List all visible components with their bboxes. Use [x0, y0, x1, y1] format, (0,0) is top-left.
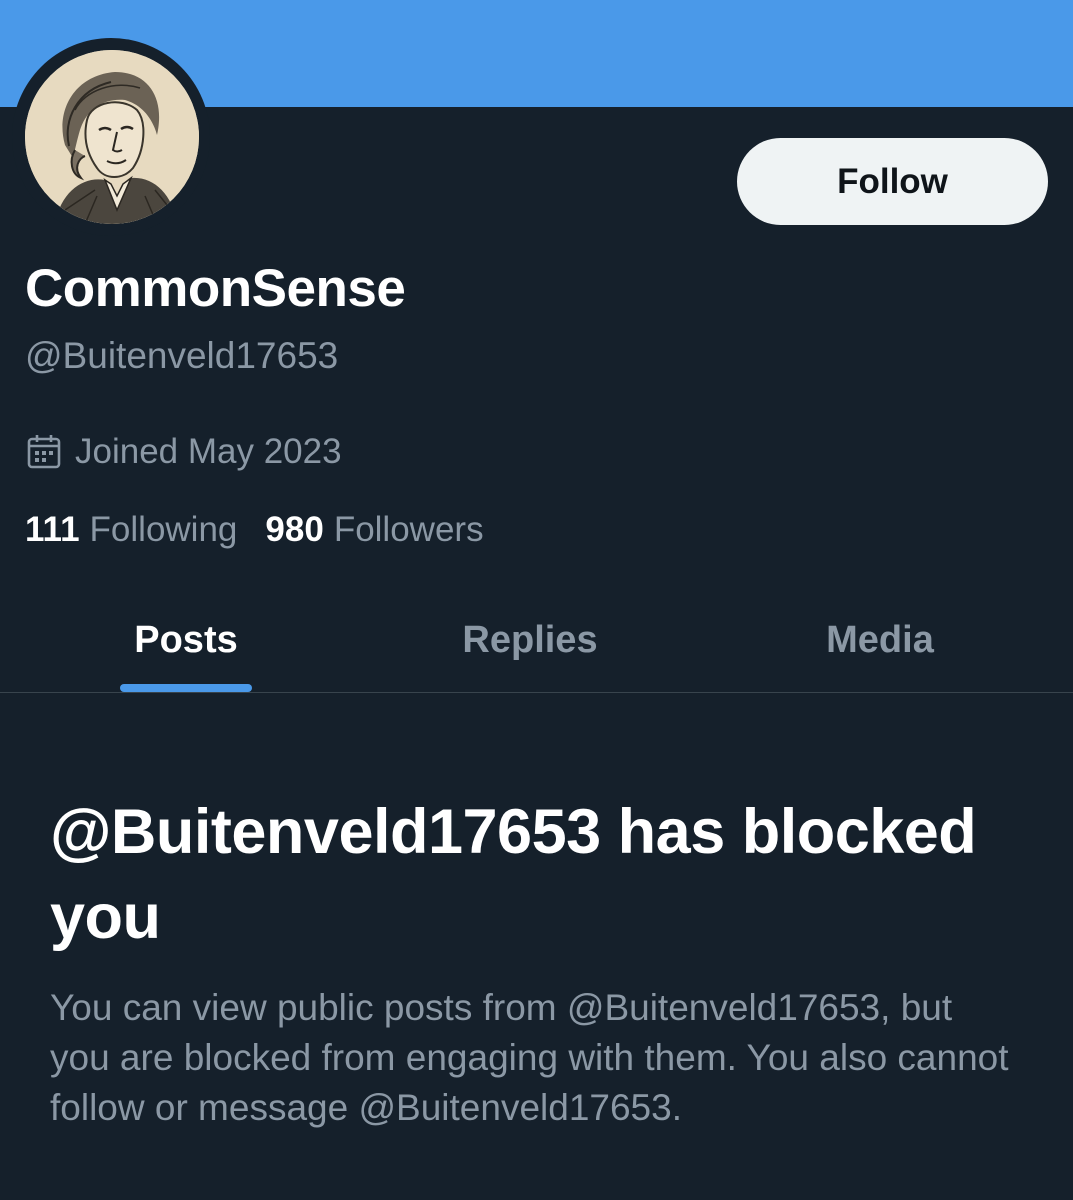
joined-label: Joined May 2023	[75, 432, 342, 471]
avatar-portrait-image	[25, 50, 199, 224]
tab-media[interactable]: Media	[780, 588, 980, 692]
following-label: Following	[89, 510, 238, 549]
display-name: CommonSense	[25, 259, 406, 318]
profile-handle: @Buitenveld17653	[25, 335, 339, 376]
avatar[interactable]	[25, 50, 199, 224]
profile-tabs: Posts Replies Media	[0, 588, 1073, 693]
tab-posts[interactable]: Posts	[86, 588, 286, 692]
tab-replies[interactable]: Replies	[420, 588, 640, 692]
tabs-divider	[0, 692, 1073, 693]
followers-count: 980	[265, 510, 324, 549]
calendar-icon	[25, 433, 63, 471]
profile-page: Follow CommonSense @Buitenveld17653 Join…	[0, 0, 1073, 1200]
blocked-message: You can view public posts from @Buitenve…	[50, 987, 1009, 1128]
following-link[interactable]: 111 Following	[25, 510, 237, 550]
followers-label: Followers	[333, 510, 484, 549]
joined-date: Joined May 2023	[25, 430, 342, 474]
following-count: 111	[25, 510, 80, 549]
active-tab-indicator	[120, 684, 252, 692]
blocked-title: @Buitenveld17653 has blocked you	[50, 797, 977, 952]
follow-stats: 111 Following 980 Followers	[25, 508, 512, 552]
follow-button[interactable]: Follow	[737, 138, 1048, 225]
followers-link[interactable]: 980 Followers	[265, 510, 483, 550]
